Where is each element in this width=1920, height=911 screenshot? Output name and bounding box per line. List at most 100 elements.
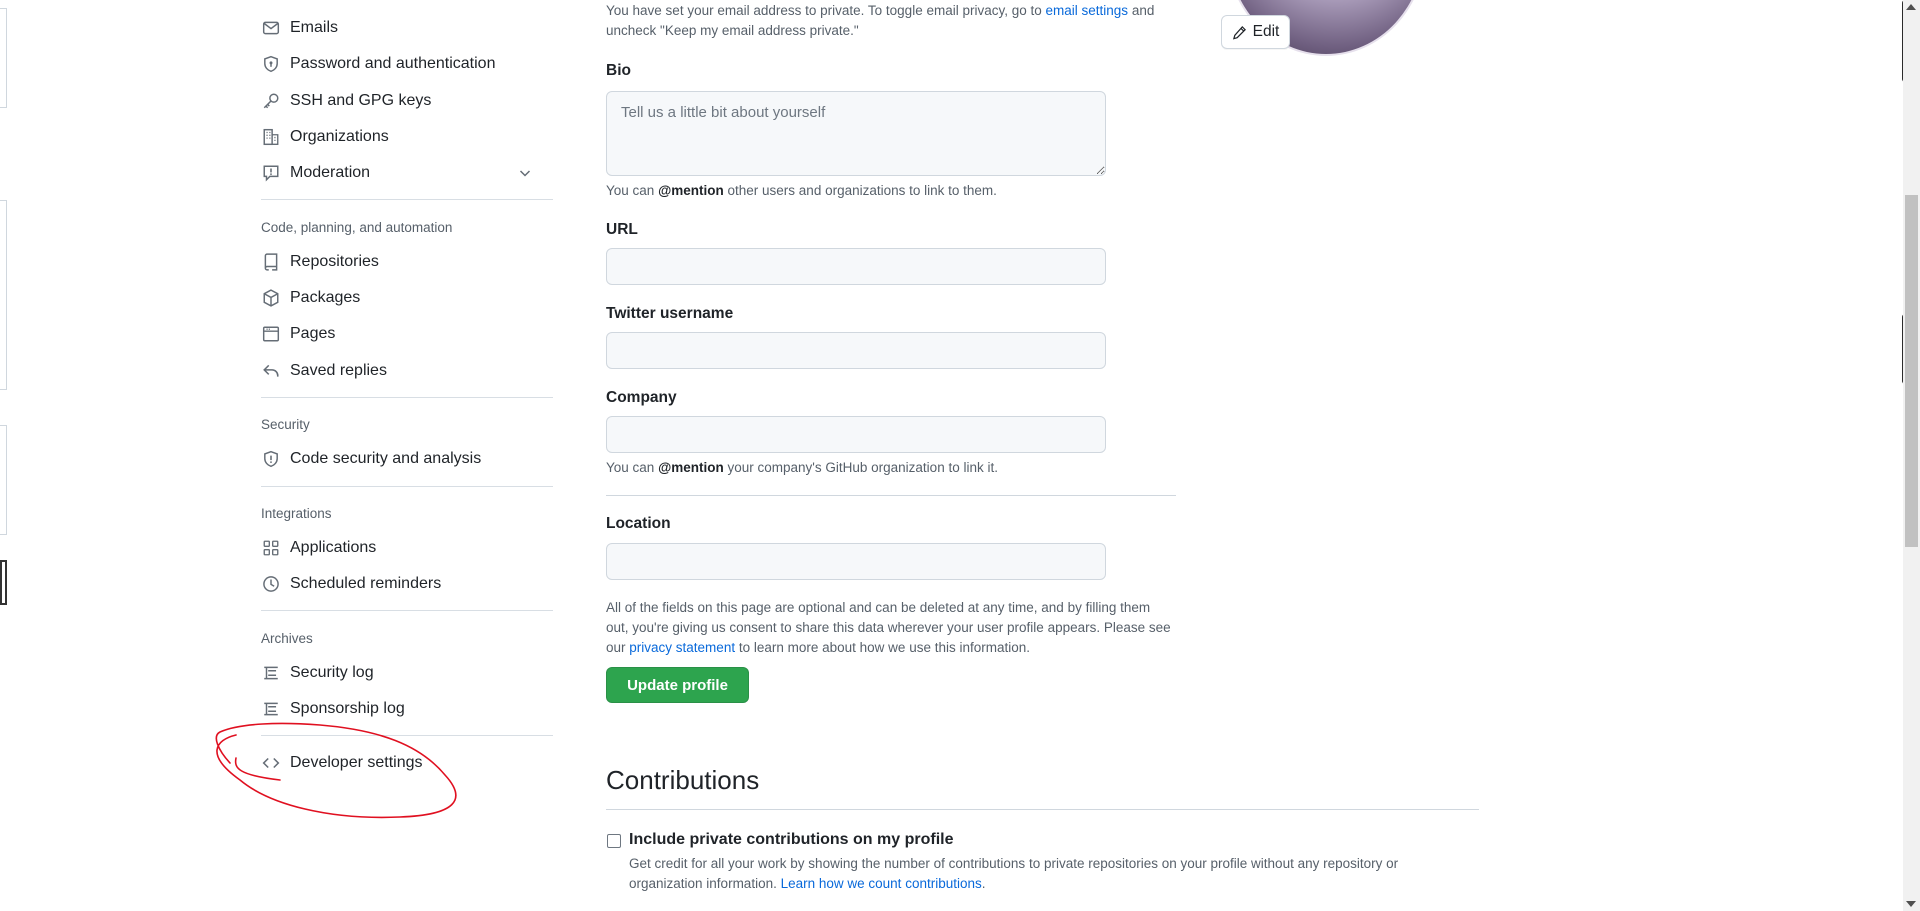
private-contributions-checkbox[interactable] bbox=[607, 834, 621, 848]
mail-icon bbox=[261, 18, 281, 38]
scrollbar-thumb[interactable] bbox=[1905, 195, 1918, 547]
sidebar-item-label: Pages bbox=[290, 325, 336, 342]
sidebar-item-saved-replies[interactable]: Saved replies bbox=[243, 354, 553, 388]
sidebar-item-repositories[interactable]: Repositories bbox=[243, 245, 553, 279]
section-title-archives: Archives bbox=[261, 631, 313, 646]
chevron-down-icon[interactable] bbox=[517, 165, 533, 186]
sidebar-item-packages[interactable]: Packages bbox=[243, 281, 553, 315]
reply-icon bbox=[261, 361, 281, 381]
twitter-label: Twitter username bbox=[606, 305, 734, 322]
sidebar-item-sponsorship-log[interactable]: Sponsorship log bbox=[243, 692, 553, 726]
url-input[interactable] bbox=[606, 248, 1106, 285]
sidebar-item-label: Packages bbox=[290, 289, 361, 306]
sidebar-item-label: Moderation bbox=[290, 164, 371, 181]
code-icon bbox=[261, 753, 281, 773]
sidebar-item-label: Emails bbox=[290, 19, 339, 36]
sidebar-item-label: Code security and analysis bbox=[290, 450, 482, 467]
clock-icon bbox=[261, 574, 281, 594]
bio-textarea[interactable] bbox=[606, 91, 1106, 176]
contributions-description: Get credit for all your work by showing … bbox=[629, 854, 1489, 894]
contributions-text: Get credit for all your work by showing … bbox=[629, 856, 1399, 871]
sidebar-divider bbox=[261, 397, 553, 398]
sidebar-item-moderation[interactable]: Moderation bbox=[243, 156, 553, 190]
scroll-up-arrow-icon[interactable] bbox=[1906, 4, 1916, 10]
section-title-code: Code, planning, and automation bbox=[261, 220, 453, 235]
shield-lock-icon bbox=[261, 54, 281, 74]
sidebar-item-security-log[interactable]: Security log bbox=[243, 656, 553, 690]
learn-contributions-link[interactable]: Learn how we count contributions bbox=[781, 876, 982, 891]
twitter-username-input[interactable] bbox=[606, 332, 1106, 369]
package-icon bbox=[261, 288, 281, 308]
sidebar-item-label: Repositories bbox=[290, 253, 379, 270]
email-note-text-2: uncheck "Keep my email address private." bbox=[606, 23, 859, 38]
sidebar-divider bbox=[261, 610, 553, 611]
log-icon bbox=[261, 663, 281, 683]
sidebar-item-label: Organizations bbox=[290, 128, 389, 145]
hint-text: other users and organizations to link to… bbox=[727, 183, 997, 198]
sidebar-item-code-security[interactable]: Code security and analysis bbox=[243, 442, 553, 476]
hint-text: You can bbox=[606, 460, 655, 475]
email-note-and: and bbox=[1131, 3, 1155, 18]
hint-mention: @mention bbox=[658, 460, 724, 475]
repo-icon bbox=[261, 252, 281, 272]
hint-text: You can bbox=[606, 183, 655, 198]
section-title-integrations: Integrations bbox=[261, 506, 332, 521]
email-privacy-note: You have set your email address to priva… bbox=[606, 1, 1166, 41]
page-scrollbar[interactable] bbox=[1903, 0, 1920, 911]
contributions-text: organization information. bbox=[629, 876, 777, 891]
sidebar-item-organizations[interactable]: Organizations bbox=[243, 120, 553, 154]
sidebar-item-label: Applications bbox=[290, 539, 377, 556]
email-settings-link[interactable]: email settings bbox=[1046, 3, 1129, 18]
browser-icon bbox=[261, 324, 281, 344]
consent-text: All of the fields on this page are optio… bbox=[606, 600, 1151, 615]
update-profile-button[interactable]: Update profile bbox=[606, 667, 749, 703]
pencil-icon bbox=[1232, 25, 1253, 40]
sidebar-divider bbox=[261, 735, 553, 736]
sidebar-item-label: Scheduled reminders bbox=[290, 575, 442, 592]
key-icon bbox=[261, 91, 281, 111]
location-label: Location bbox=[606, 515, 671, 532]
bio-hint: You can @mention other users and organiz… bbox=[606, 181, 997, 201]
sidebar-item-ssh-keys[interactable]: SSH and GPG keys bbox=[243, 84, 553, 118]
company-input[interactable] bbox=[606, 416, 1106, 453]
log-icon bbox=[261, 699, 281, 719]
sidebar-item-label: Sponsorship log bbox=[290, 700, 405, 717]
sidebar-item-password[interactable]: Password and authentication bbox=[243, 47, 553, 81]
apps-icon bbox=[261, 538, 281, 558]
consent-text: out, you're giving us consent to share t… bbox=[606, 620, 1171, 635]
scroll-down-arrow-icon[interactable] bbox=[1906, 901, 1916, 907]
privacy-statement-link[interactable]: privacy statement bbox=[629, 640, 735, 655]
consent-text: to learn more about how we use this info… bbox=[738, 640, 1030, 655]
form-divider bbox=[606, 495, 1176, 496]
sidebar-item-applications[interactable]: Applications bbox=[243, 531, 553, 565]
edit-label: Edit bbox=[1252, 23, 1280, 40]
sidebar-item-pages[interactable]: Pages bbox=[243, 317, 553, 351]
hint-text: your company's GitHub organization to li… bbox=[727, 460, 998, 475]
section-title-security: Security bbox=[261, 417, 310, 432]
sidebar-divider bbox=[261, 199, 553, 200]
sidebar-item-label: Developer settings bbox=[290, 754, 423, 771]
sidebar-item-scheduled-reminders[interactable]: Scheduled reminders bbox=[243, 567, 553, 601]
consent-note: All of the fields on this page are optio… bbox=[606, 598, 1186, 658]
sidebar-item-developer-settings[interactable]: Developer settings bbox=[243, 746, 553, 780]
shield-icon bbox=[261, 449, 281, 469]
company-label: Company bbox=[606, 389, 677, 406]
sidebar-item-label: Saved replies bbox=[290, 362, 387, 379]
sidebar-item-label: Security log bbox=[290, 664, 374, 681]
edit-avatar-button[interactable]: Edit bbox=[1221, 15, 1290, 49]
location-input[interactable] bbox=[606, 543, 1106, 580]
report-icon bbox=[261, 163, 281, 183]
sidebar-item-label: SSH and GPG keys bbox=[290, 92, 432, 109]
private-contributions-label[interactable]: Include private contributions on my prof… bbox=[629, 831, 953, 849]
consent-text: our bbox=[606, 640, 626, 655]
sidebar-item-label: Password and authentication bbox=[290, 55, 496, 72]
bio-label: Bio bbox=[606, 62, 631, 79]
email-note-text: You have set your email address to priva… bbox=[606, 3, 1042, 18]
sidebar-item-emails[interactable]: Emails bbox=[243, 11, 553, 45]
hint-mention: @mention bbox=[658, 183, 724, 198]
contributions-heading: Contributions bbox=[606, 765, 760, 795]
contributions-text: . bbox=[981, 876, 986, 891]
sidebar-divider bbox=[261, 486, 553, 487]
url-label: URL bbox=[606, 221, 638, 238]
company-hint: You can @mention your company's GitHub o… bbox=[606, 458, 998, 478]
